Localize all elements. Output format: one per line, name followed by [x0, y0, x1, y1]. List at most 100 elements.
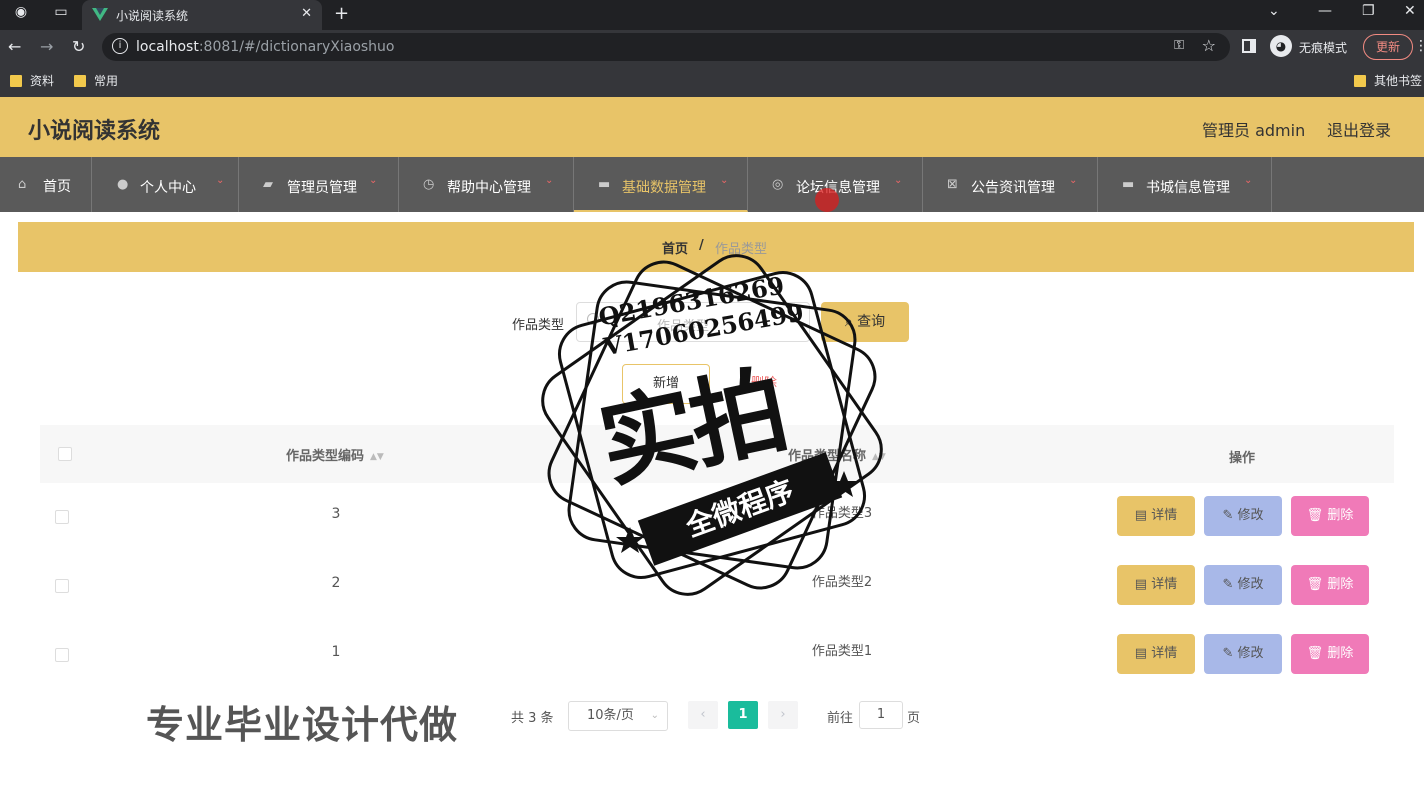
document-icon: ▤ — [1134, 508, 1152, 523]
user-info: 管理员 admin — [1202, 121, 1306, 140]
info-icon[interactable]: i — [112, 38, 128, 54]
chevron-down-icon: ⌄ — [369, 175, 378, 186]
globe-icon[interactable]: ◉ — [12, 4, 30, 22]
nav-item-profile[interactable]: ● 个人中心 ⌄ — [92, 157, 239, 212]
cell-code: 3 — [96, 488, 576, 540]
side-panel-icon[interactable] — [1242, 39, 1256, 53]
sort-icon[interactable]: ▲▼ — [370, 452, 384, 462]
page-unit-label: 页 — [907, 711, 921, 726]
close-tab-icon[interactable]: ✕ — [301, 6, 312, 21]
bookmark-folder[interactable]: 常用 — [74, 72, 118, 89]
row-checkbox[interactable] — [55, 648, 69, 662]
nav-label: 论坛信息管理 — [796, 180, 880, 196]
delete-button[interactable]: 🗑 删除 — [1291, 565, 1369, 605]
pencil-icon: ✎ — [1222, 646, 1238, 661]
cell-code: 1 — [96, 626, 576, 678]
row-checkbox[interactable] — [55, 510, 69, 524]
vue-logo-icon — [92, 8, 108, 21]
prev-page-button[interactable]: ‹ — [688, 701, 718, 729]
row-checkbox[interactable] — [55, 579, 69, 593]
folder-icon — [1354, 75, 1366, 87]
other-bookmarks[interactable]: 其他书签 — [1354, 72, 1422, 89]
cell-name: 作品类型1 — [811, 644, 873, 659]
nav-item-bookstore[interactable]: ▬ 书城信息管理 ⌄ — [1098, 157, 1272, 212]
browser-tab-bar: ◉ ▭ 小说阅读系统 ✕ + ⌄ — ❐ ✕ — [0, 0, 1424, 30]
delete-button[interactable]: 🗑 删除 — [1291, 496, 1369, 536]
goto-label: 前往 — [827, 711, 854, 726]
folder-icon — [10, 75, 22, 87]
chevron-down-icon: ⌄ — [1244, 175, 1253, 186]
nav-item-admin[interactable]: ▰ 管理员管理 ⌄ — [239, 157, 399, 212]
detail-button[interactable]: ▤ 详情 — [1117, 496, 1195, 536]
back-arrow-icon[interactable]: ← — [8, 37, 21, 56]
app-header: 小说阅读系统 管理员 admin 退出登录 — [0, 97, 1424, 157]
compass-icon: ◎ — [772, 177, 784, 192]
edit-button[interactable]: ✎ 修改 — [1204, 634, 1282, 674]
trash-icon: 🗑 — [1306, 646, 1328, 661]
monitor-icon: ▬ — [1122, 177, 1135, 192]
pagination-total: 共 3 条 — [511, 711, 554, 726]
nav-label: 帮助中心管理 — [447, 180, 531, 196]
trash-icon: 🗑 — [1306, 508, 1328, 523]
address-bar-row: ← → ↻ i localhost:8081/#/dictionaryXiaos… — [0, 30, 1424, 64]
restore-icon[interactable]: ❐ — [1362, 3, 1375, 19]
browser-tab[interactable]: 小说阅读系统 ✕ — [82, 0, 322, 30]
chevron-down-icon[interactable]: ⌄ — [1268, 3, 1280, 19]
chevron-down-icon: ⌄ — [1069, 175, 1078, 186]
nav-item-notice[interactable]: ⊠ 公告资讯管理 ⌄ — [923, 157, 1098, 212]
url-input[interactable]: i localhost:8081/#/dictionaryXiaoshuo ⚿ … — [102, 33, 1230, 61]
column-header-code[interactable]: 作品类型编码 ▲▼ — [286, 445, 384, 464]
new-tab-icon[interactable]: + — [334, 3, 349, 24]
folder-icon — [74, 75, 86, 87]
page-size-select[interactable]: 10条/页 ⌄ — [568, 701, 668, 731]
chevron-down-icon: ⌄ — [720, 175, 729, 186]
bookmarks-bar: 资料 常用 其他书签 — [0, 64, 1424, 97]
cell-code: 2 — [96, 557, 576, 609]
goto-page-input[interactable]: 1 — [859, 701, 903, 729]
monitor-icon: ▬ — [598, 177, 611, 192]
minimize-icon[interactable]: — — [1318, 3, 1332, 19]
incognito-label: 无痕模式 — [1299, 41, 1348, 55]
pencil-icon: ✎ — [1222, 508, 1238, 523]
close-box-icon: ⊠ — [947, 177, 958, 192]
nav-item-help[interactable]: ◷ 帮助中心管理 ⌄ — [399, 157, 574, 212]
close-window-icon[interactable]: ✕ — [1404, 3, 1416, 19]
nav-label: 公告资讯管理 — [971, 180, 1055, 196]
nav-label: 基础数据管理 — [622, 180, 706, 196]
nav-label: 管理员管理 — [287, 180, 357, 196]
bookmark-star-icon[interactable]: ☆ — [1202, 36, 1216, 55]
edit-button[interactable]: ✎ 修改 — [1204, 496, 1282, 536]
bookmark-folder[interactable]: 资料 — [10, 72, 54, 89]
nav-label: 个人中心 — [140, 180, 196, 196]
column-header-ops: 操作 — [1229, 451, 1256, 466]
chevron-down-icon: ⌄ — [545, 175, 554, 186]
clock-icon: ◷ — [423, 177, 435, 192]
detail-button[interactable]: ▤ 详情 — [1117, 634, 1195, 674]
wallet-icon: ▰ — [263, 177, 273, 192]
home-icon: ⌂ — [18, 177, 27, 192]
chevron-down-icon: ⌄ — [216, 175, 225, 186]
delete-button[interactable]: 🗑 删除 — [1291, 634, 1369, 674]
nav-label: 书城信息管理 — [1146, 180, 1230, 196]
key-icon[interactable]: ⚿ — [1174, 38, 1184, 53]
mouse-cursor-indicator — [815, 188, 839, 212]
nav-item-basic-data[interactable]: ▬ 基础数据管理 ⌄ — [574, 157, 748, 212]
user-icon: ● — [117, 177, 129, 192]
more-menu-icon[interactable]: ⋮ — [1414, 38, 1424, 54]
page-number-current[interactable]: 1 — [728, 701, 758, 729]
detail-button[interactable]: ▤ 详情 — [1117, 565, 1195, 605]
edit-button[interactable]: ✎ 修改 — [1204, 565, 1282, 605]
update-button[interactable]: 更新 — [1363, 34, 1413, 60]
chevron-down-icon: ⌄ — [894, 175, 903, 186]
nav-item-home[interactable]: ⌂ 首页 — [0, 157, 92, 212]
next-page-button[interactable]: › — [768, 701, 798, 729]
reload-icon[interactable]: ↻ — [72, 37, 85, 56]
forward-arrow-icon[interactable]: → — [40, 37, 53, 56]
select-all-checkbox[interactable] — [58, 447, 72, 461]
pencil-icon: ✎ — [1222, 577, 1238, 592]
app-title: 小说阅读系统 — [28, 119, 161, 144]
chevron-down-icon: ⌄ — [650, 710, 659, 721]
incognito-icon: ◕ — [1270, 35, 1292, 57]
logout-link[interactable]: 退出登录 — [1327, 117, 1391, 141]
tab-overview-icon[interactable]: ▭ — [52, 4, 70, 22]
